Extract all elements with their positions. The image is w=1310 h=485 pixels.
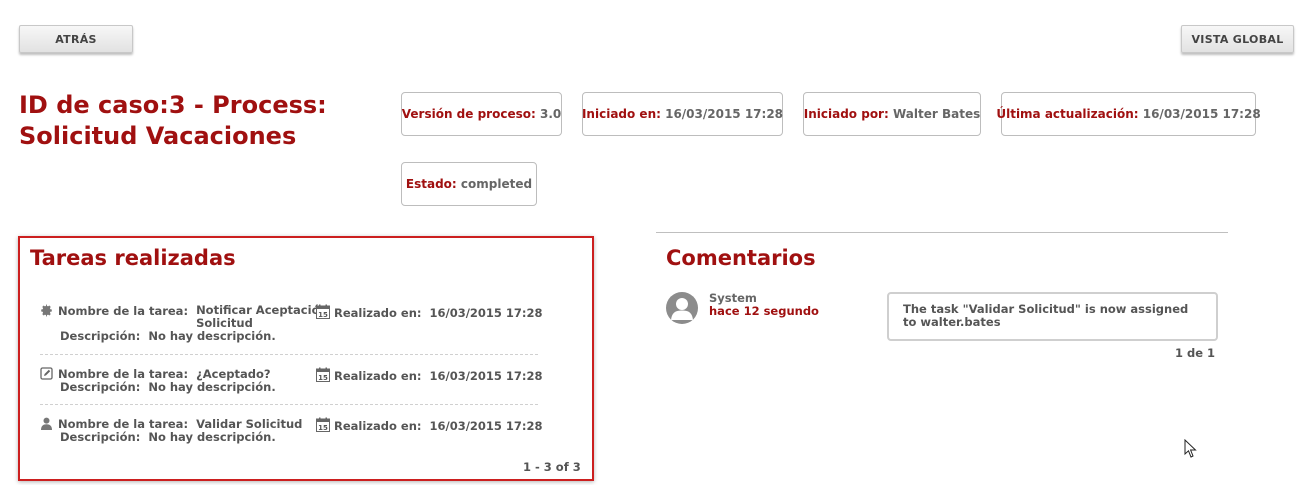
- task-done: 15 Realizado en: 16/03/2015 17:28: [316, 417, 543, 433]
- mouse-cursor-icon: [1184, 439, 1197, 458]
- task-row: Nombre de la tarea: Notificar Aceptación…: [40, 304, 543, 343]
- task-name: ¿Aceptado?: [196, 367, 271, 381]
- back-button[interactable]: ATRÁS: [19, 25, 133, 53]
- avatar: [666, 292, 698, 324]
- comments-pager: 1 de 1: [1175, 346, 1216, 360]
- task-name-label: Nombre de la tarea:: [58, 304, 189, 318]
- svg-text:15: 15: [318, 311, 328, 319]
- task-done-label: Realizado en:: [334, 419, 422, 433]
- info-value: 16/03/2015 17:28: [1142, 107, 1261, 121]
- calendar-icon: 15: [316, 367, 330, 382]
- person-icon: [671, 298, 693, 320]
- svg-text:15: 15: [318, 374, 328, 382]
- info-state: Estado: completed: [401, 162, 537, 206]
- case-title-line2: Solicitud Vacaciones: [19, 122, 297, 150]
- gear-icon: [40, 304, 54, 317]
- comments-divider: [656, 232, 1228, 233]
- info-process-version: Versión de proceso: 3.0: [401, 92, 562, 136]
- info-last-update: Última actualización: 16/03/2015 17:28: [996, 92, 1261, 136]
- info-key: Última actualización:: [996, 107, 1139, 121]
- comments-title: Comentarios: [666, 246, 816, 270]
- task-done-value: 16/03/2015 17:28: [429, 419, 543, 433]
- info-key: Iniciado en:: [581, 107, 661, 121]
- task-done: 15 Realizado en: 16/03/2015 17:28: [316, 367, 543, 383]
- task-row: Nombre de la tarea: Validar Solicitud De…: [40, 417, 543, 444]
- comment-user: System: [709, 291, 757, 305]
- info-value: Walter Bates: [892, 107, 981, 121]
- task-done: 15 Realizado en: 16/03/2015 17:28: [316, 304, 543, 320]
- edit-icon: [40, 367, 54, 380]
- task-separator: [40, 354, 538, 355]
- task-desc-label: Descripción:: [60, 430, 141, 444]
- task-row: Nombre de la tarea: ¿Aceptado? Descripci…: [40, 367, 543, 394]
- task-done-label: Realizado en:: [334, 306, 422, 320]
- task-name-label: Nombre de la tarea:: [58, 417, 189, 431]
- task-name-label: Nombre de la tarea:: [58, 367, 189, 381]
- info-key: Estado:: [405, 177, 457, 191]
- info-value: 3.0: [539, 107, 562, 121]
- info-key: Versión de proceso:: [401, 107, 536, 121]
- task-desc: No hay descripción.: [148, 380, 276, 394]
- user-icon: [40, 417, 54, 430]
- task-desc: No hay descripción.: [148, 329, 276, 343]
- calendar-icon: 15: [316, 417, 330, 432]
- global-view-button[interactable]: VISTA GLOBAL: [1181, 25, 1294, 53]
- info-value: completed: [460, 177, 533, 191]
- task-done-value: 16/03/2015 17:28: [429, 306, 543, 320]
- tasks-pager: 1 - 3 of 3: [523, 460, 581, 474]
- case-title-line1: ID de caso:3 - Process:: [19, 91, 327, 119]
- svg-text:15: 15: [318, 424, 328, 432]
- task-done-label: Realizado en:: [334, 369, 422, 383]
- task-separator: [40, 404, 538, 405]
- comment-text: The task "Validar Solicitud" is now assi…: [887, 292, 1218, 341]
- info-value: 16/03/2015 17:28: [665, 107, 784, 121]
- info-key: Iniciado por:: [803, 107, 889, 121]
- task-desc: No hay descripción.: [148, 430, 276, 444]
- tasks-panel: Tareas realizadas Nombre de la tarea: No…: [18, 236, 594, 481]
- case-title: ID de caso:3 - Process: Solicitud Vacaci…: [19, 90, 379, 152]
- comment-time: hace 12 segundo: [709, 304, 819, 318]
- task-desc-label: Descripción:: [60, 329, 141, 343]
- task-done-value: 16/03/2015 17:28: [429, 369, 543, 383]
- info-started-at: Iniciado en: 16/03/2015 17:28: [582, 92, 783, 136]
- info-started-by: Iniciado por: Walter Bates: [803, 92, 981, 136]
- calendar-icon: 15: [316, 304, 330, 319]
- tasks-title: Tareas realizadas: [30, 246, 236, 270]
- task-desc-label: Descripción:: [60, 380, 141, 394]
- task-name: Validar Solicitud: [196, 417, 303, 431]
